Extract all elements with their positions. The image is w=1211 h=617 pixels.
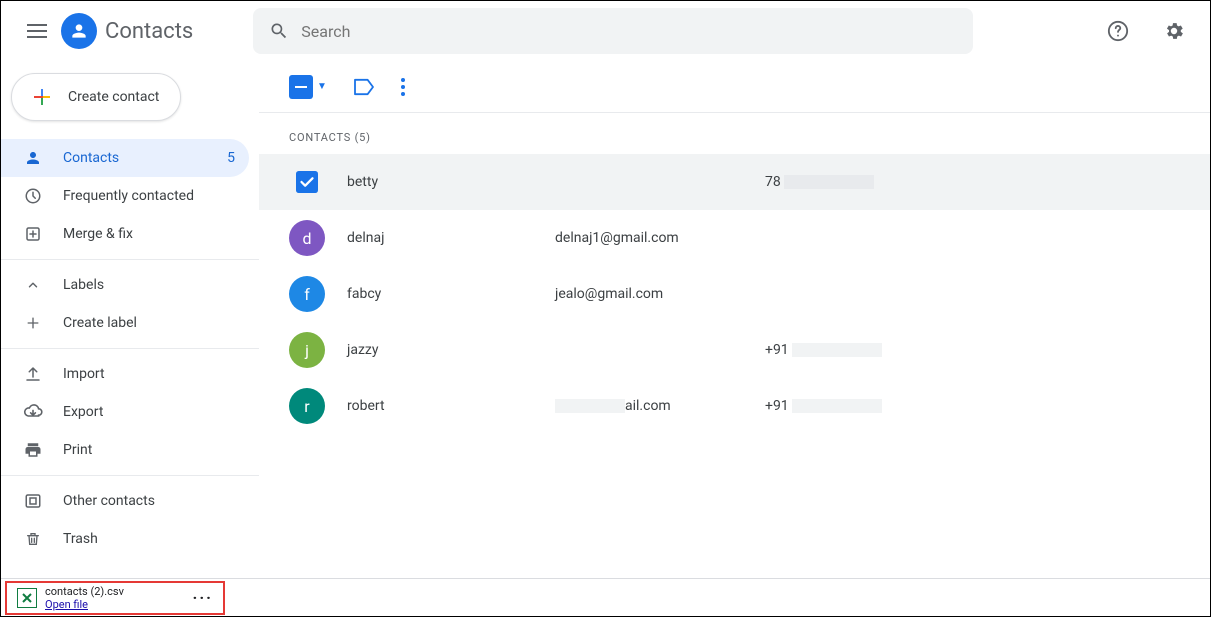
more-actions-button[interactable] [401, 67, 405, 107]
contact-row[interactable]: ffabcyjealo@gmail.com [259, 266, 1210, 322]
sidebar: Create contact Contacts 5 Frequently con… [1, 61, 259, 578]
contact-row[interactable]: jjazzy +91 [259, 322, 1210, 378]
main-menu-button[interactable] [17, 11, 57, 51]
download-item[interactable]: contacts (2).csv Open file ··· [5, 581, 225, 615]
contact-phone: 78 [765, 174, 874, 190]
create-contact-button[interactable]: Create contact [11, 73, 181, 121]
row-checkbox[interactable] [289, 164, 325, 200]
header: Contacts [1, 1, 1210, 61]
history-icon [23, 187, 43, 205]
sidebar-label: Print [63, 442, 92, 458]
plus-icon [30, 85, 54, 109]
contact-name: delnaj [325, 230, 555, 246]
indeterminate-checkbox-icon [289, 75, 313, 99]
contacts-count: 5 [227, 150, 235, 166]
app-title: Contacts [105, 19, 193, 44]
plus-icon [23, 315, 43, 331]
contacts-logo-icon [61, 13, 97, 49]
sidebar-item-create-label[interactable]: Create label [1, 304, 249, 342]
sidebar-label: Labels [63, 277, 104, 293]
download-filename: contacts (2).csv [45, 585, 124, 598]
hamburger-icon [27, 24, 47, 38]
contact-name: fabcy [325, 286, 555, 302]
trash-icon [23, 530, 43, 548]
contact-phone: +91 [765, 342, 882, 358]
cloud-download-icon [23, 404, 43, 420]
person-icon [23, 149, 43, 167]
download-more-button[interactable]: ··· [193, 588, 213, 607]
print-icon [23, 441, 43, 459]
contacts-list: betty78 ddelnajdelnaj1@gmail.comffabcyje… [259, 154, 1210, 434]
contact-row[interactable]: ddelnajdelnaj1@gmail.com [259, 210, 1210, 266]
sidebar-item-frequent[interactable]: Frequently contacted [1, 177, 249, 215]
help-icon [1107, 20, 1129, 42]
download-bar: contacts (2).csv Open file ··· [1, 578, 1210, 616]
more-vert-icon [401, 78, 405, 96]
main-content: ▼ CONTACTS (5) betty 78 ddelnajdelnaj1@gm… [259, 61, 1210, 578]
settings-button[interactable] [1154, 11, 1194, 51]
create-contact-label: Create contact [68, 89, 159, 105]
sidebar-label: Export [63, 404, 103, 420]
selection-toolbar: ▼ [259, 61, 1210, 113]
gear-icon [1163, 20, 1185, 42]
chevron-up-icon [23, 278, 43, 292]
chevron-down-icon: ▼ [317, 81, 327, 92]
help-button[interactable] [1098, 11, 1138, 51]
contact-email: ail.com [555, 398, 765, 414]
contact-avatar: r [289, 388, 325, 424]
label-icon [353, 78, 375, 96]
excel-file-icon [17, 588, 37, 608]
sidebar-item-trash[interactable]: Trash [1, 520, 249, 558]
search-icon [269, 21, 289, 41]
select-all-toggle[interactable]: ▼ [289, 75, 327, 99]
contact-avatar: j [289, 332, 325, 368]
contact-name: robert [325, 398, 555, 414]
contact-avatar: f [289, 276, 325, 312]
sidebar-item-import[interactable]: Import [1, 355, 249, 393]
sidebar-item-labels[interactable]: Labels [1, 266, 249, 304]
sidebar-item-print[interactable]: Print [1, 431, 249, 469]
contacts-list-header: CONTACTS (5) [259, 113, 1210, 154]
contact-phone: +91 [765, 398, 882, 414]
app-logo[interactable]: Contacts [61, 13, 193, 49]
sidebar-item-export[interactable]: Export [1, 393, 249, 431]
contact-email: jealo@gmail.com [555, 286, 765, 302]
archive-icon [23, 492, 43, 510]
contact-avatar: d [289, 220, 325, 256]
search-input[interactable] [301, 22, 957, 41]
contact-row[interactable]: betty 78 [259, 154, 1210, 210]
contact-row[interactable]: rrobertail.com+91 [259, 378, 1210, 434]
search-bar[interactable] [253, 8, 973, 54]
sidebar-label: Trash [63, 531, 98, 547]
contact-email: delnaj1@gmail.com [555, 230, 765, 246]
sidebar-label: Import [63, 366, 105, 382]
sidebar-label: Merge & fix [63, 226, 133, 242]
sidebar-item-other[interactable]: Other contacts [1, 482, 249, 520]
sidebar-item-contacts[interactable]: Contacts 5 [1, 139, 249, 177]
contact-name: betty [325, 174, 555, 190]
sidebar-label: Create label [63, 315, 137, 331]
sidebar-label: Frequently contacted [63, 188, 194, 204]
sidebar-item-merge[interactable]: Merge & fix [1, 215, 249, 253]
merge-icon [23, 225, 43, 243]
download-open-link[interactable]: Open file [45, 598, 124, 611]
manage-labels-button[interactable] [353, 67, 375, 107]
contact-name: jazzy [325, 342, 555, 358]
upload-icon [23, 365, 43, 383]
sidebar-label: Contacts [63, 150, 119, 166]
sidebar-label: Other contacts [63, 493, 155, 509]
